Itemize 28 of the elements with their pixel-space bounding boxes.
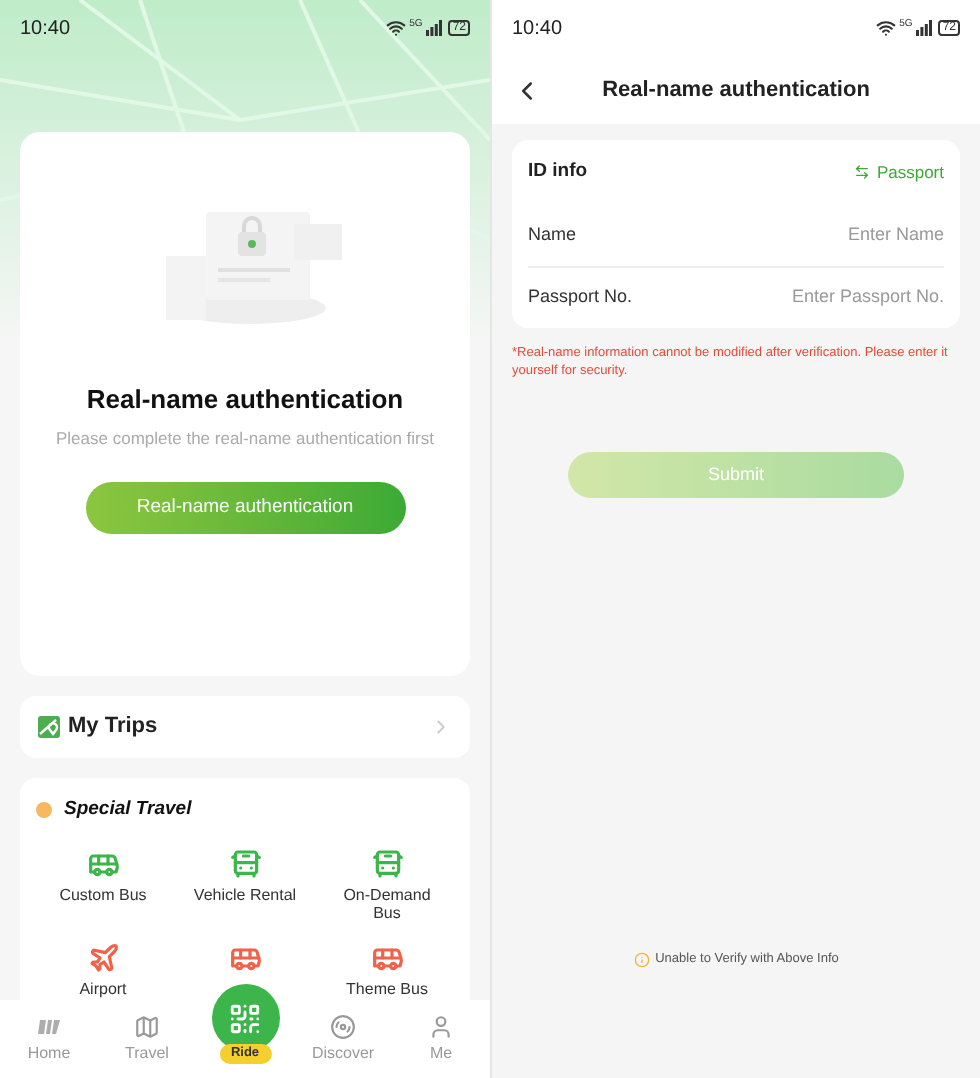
service-label[interactable]: Vehicle Rental <box>189 886 301 905</box>
service-label[interactable]: Theme Bus <box>331 980 443 999</box>
field-label: Passport No. <box>528 284 633 311</box>
service-label[interactable]: Custom Bus <box>47 886 159 905</box>
service-label[interactable]: Airport <box>47 980 159 999</box>
input-field[interactable]: Enter Name <box>704 221 944 249</box>
input-field[interactable]: Enter Passport No. <box>704 284 944 312</box>
my-trips-card[interactable]: My Trips <box>20 696 470 758</box>
special-travel-title: Special Travel <box>64 796 192 824</box>
status-time: 10:40 <box>20 15 71 43</box>
swap-icon <box>854 164 871 180</box>
warning-icon <box>633 952 650 969</box>
disc-icon <box>330 1013 356 1039</box>
field-label: Name <box>528 221 577 248</box>
status-time: 10:40 <box>512 15 563 43</box>
page-title: Real-name authentication <box>602 75 870 106</box>
qr-code-icon <box>228 1001 262 1035</box>
id-info-title: ID info <box>528 157 588 186</box>
service-label[interactable]: On-Demand Bus <box>331 886 443 923</box>
auth-subtitle-text: Please complete the real-name authentication first <box>56 425 434 451</box>
wifi-icon <box>385 18 406 38</box>
signal-icon <box>426 20 443 36</box>
auth-title: Real-name authentication <box>86 382 404 418</box>
wifi-icon <box>875 18 896 38</box>
map-icon <box>134 1013 160 1039</box>
user-icon <box>428 1013 454 1039</box>
signal-icon <box>916 20 933 36</box>
my-trips-title: My Trips <box>68 712 160 743</box>
